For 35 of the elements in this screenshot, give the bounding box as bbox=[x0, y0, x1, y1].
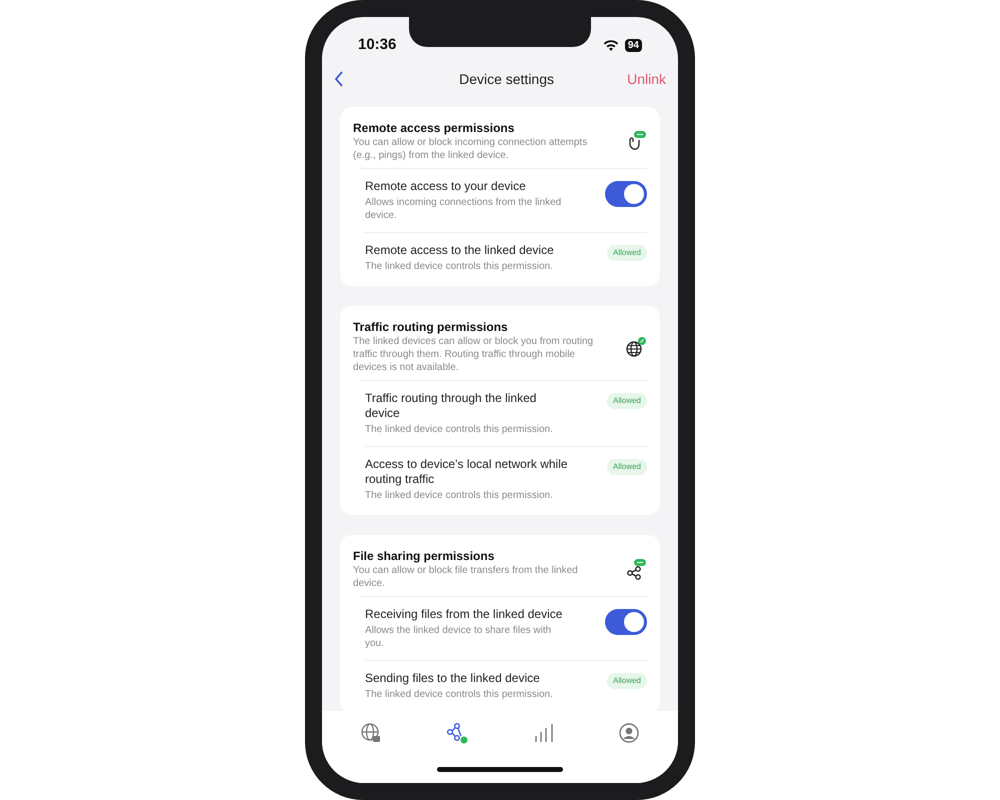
row-title: Receiving files from the linked device bbox=[365, 607, 564, 622]
nodes-icon bbox=[445, 722, 470, 744]
section-title: Remote access permissions bbox=[353, 120, 516, 136]
status-badge: Allowed bbox=[606, 393, 647, 409]
toggle-switch[interactable] bbox=[605, 181, 647, 207]
row-description: The linked device controls this permission. bbox=[365, 423, 554, 436]
bars-icon bbox=[532, 722, 555, 744]
status-badge: Allowed bbox=[606, 245, 647, 261]
row-title: Traffic routing through the linked device bbox=[365, 391, 538, 421]
row-title: Access to device’s local network while routing traffic bbox=[365, 457, 569, 487]
wifi-icon bbox=[602, 40, 619, 52]
row-title: Remote access to the linked device bbox=[365, 243, 554, 258]
toggle-switch[interactable] bbox=[605, 609, 647, 635]
row-title: Remote access to your device bbox=[365, 179, 527, 194]
row-description: Allows incoming connections from the linked device. bbox=[365, 196, 562, 222]
profile-icon bbox=[618, 722, 640, 744]
status-time: 10:36 bbox=[358, 35, 396, 56]
section-description: You can allow or block incoming connection attempts (e.g., pings) from the linked device. bbox=[353, 136, 588, 162]
battery-level: 94 bbox=[624, 39, 642, 52]
unlink-button[interactable]: Unlink bbox=[627, 68, 666, 90]
section-description: The linked devices can allow or block you from routing traffic through them. Routing traffic through mobile devices is not available. bbox=[353, 335, 594, 374]
section-title: Traffic routing permissions bbox=[353, 319, 509, 335]
section-description: You can allow or block file transfers from the linked device. bbox=[353, 564, 579, 590]
row-description: Allows the linked device to share files with you. bbox=[365, 624, 552, 650]
row-description: The linked device controls this permission. bbox=[365, 688, 553, 701]
globe-icon bbox=[625, 336, 647, 358]
globe-lock-icon bbox=[360, 722, 382, 744]
status-badge: Allowed bbox=[606, 673, 647, 689]
row-title: Sending files to the linked device bbox=[365, 671, 541, 686]
page-title: Device settings bbox=[459, 70, 554, 89]
row-description: The linked device controls this permission. bbox=[365, 260, 554, 273]
section-title: File sharing permissions bbox=[353, 548, 496, 564]
share-icon bbox=[625, 558, 647, 580]
row-description: The linked device controls this permission. bbox=[365, 489, 554, 502]
status-badge: Allowed bbox=[606, 459, 647, 475]
